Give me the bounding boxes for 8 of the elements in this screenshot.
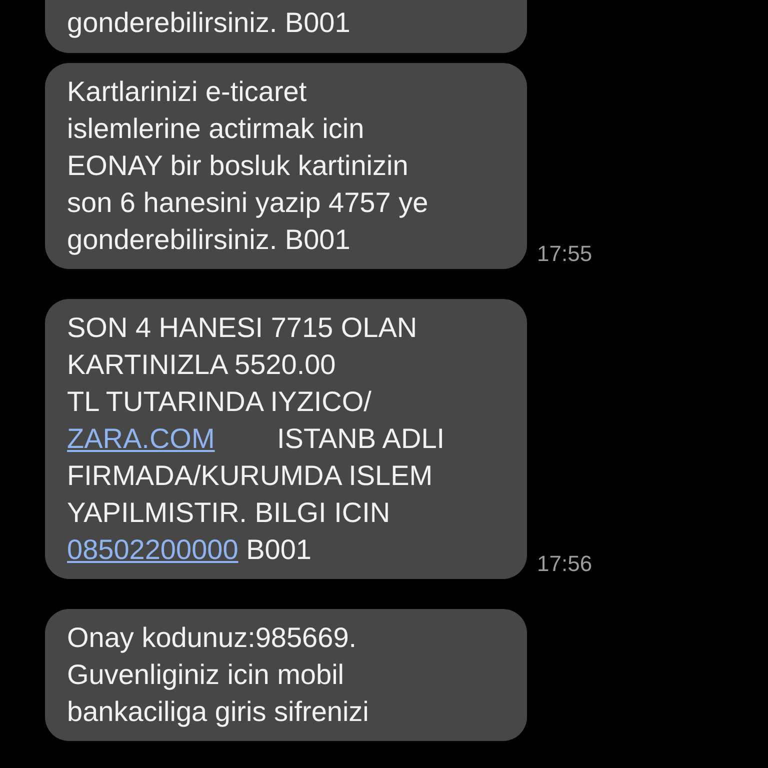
message-bubble: gonderebilirsiniz. B001 bbox=[45, 0, 527, 53]
message-bubble: Onay kodunuz:985669. Guvenliginiz icin mobil bankaciliga giris sifrenizi bbox=[45, 609, 527, 741]
message-link[interactable]: 08502200000 bbox=[67, 534, 238, 565]
message-bubble: Kartlarinizi e-ticaret islemlerine actirmak icin EONAY bir bosluk kartinizin son 6 hanesini yazip 4757 ye gonderebilirsiniz. B001 bbox=[45, 63, 527, 269]
message-time: 17:55 bbox=[537, 241, 592, 267]
message-link[interactable]: ZARA.COM bbox=[67, 423, 215, 454]
message-time: 17:56 bbox=[537, 551, 592, 577]
message-bubble: SON 4 HANESI 7715 OLAN KARTINIZLA 5520.00 TL TUTARINDA IYZICO/ ZARA.COM ISTANB ADLI FIRMADA/KURUMDA ISLEM YAPILMISTIR. BILGI ICIN 08502200000 B001 bbox=[45, 299, 527, 579]
